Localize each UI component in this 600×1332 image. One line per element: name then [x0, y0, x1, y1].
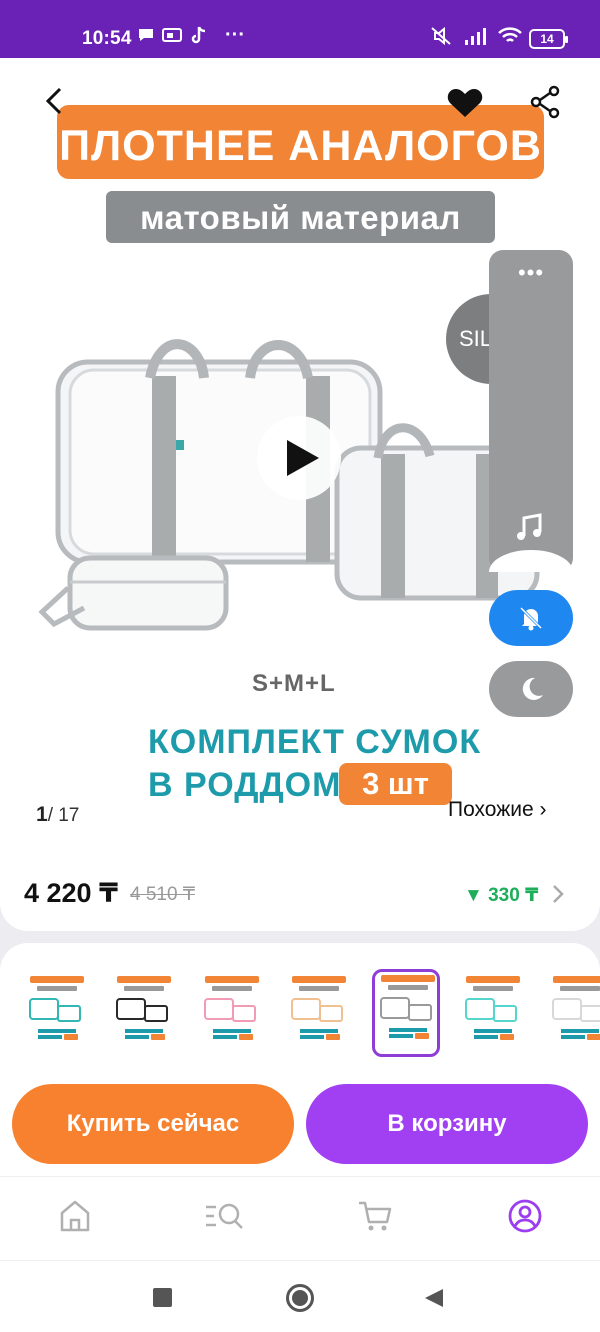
status-bar: 10:54 ··· 14	[0, 0, 600, 58]
banner-subtitle-box: матовый материал	[106, 191, 495, 243]
promo-line-2: В РОДДОМ	[148, 766, 342, 804]
share-icon[interactable]	[527, 84, 563, 120]
thumbnail[interactable]	[286, 973, 351, 1053]
more-dots-icon[interactable]: •••	[489, 260, 573, 286]
banner-subtitle: матовый материал	[140, 199, 461, 236]
image-counter: 1/ 17	[36, 803, 79, 827]
mute-notifications-button[interactable]	[489, 590, 573, 646]
thumbnail-strip	[0, 943, 600, 1068]
tiktok-icon	[191, 26, 207, 51]
banner-title: ПЛОТНЕЕ АНАЛОГОВ	[59, 122, 542, 170]
promo-line-1: КОМПЛЕКТ СУМОК	[148, 723, 482, 761]
add-to-cart-button[interactable]: В корзину	[306, 1084, 588, 1164]
chat-icon	[137, 26, 155, 49]
play-icon	[287, 440, 319, 476]
similar-products-link[interactable]: Похожие ›	[448, 798, 547, 822]
wifi-icon	[497, 26, 523, 51]
thumbnail[interactable]	[460, 973, 525, 1053]
profile-icon[interactable]	[506, 1197, 546, 1237]
price: 4 220 ₸	[24, 878, 118, 908]
sizes-label: S+M+L	[252, 670, 336, 697]
app-screen: 10:54 ··· 14 ПЛОТНЕЕ АНАЛОГОВ матовый ма…	[0, 0, 600, 1332]
status-time: 10:54	[82, 28, 132, 49]
image-counter-total: / 17	[47, 805, 80, 826]
back-button[interactable]	[38, 84, 72, 118]
thumbnail[interactable]	[199, 973, 264, 1053]
bell-off-icon	[519, 606, 543, 631]
home-system-button[interactable]	[286, 1284, 314, 1312]
discount-amount[interactable]: ▼ 330 ₸	[464, 884, 538, 907]
cast-icon	[162, 26, 182, 49]
old-price: 4 510 ₸	[130, 884, 195, 905]
thumbnail[interactable]	[24, 973, 89, 1053]
thumbnail[interactable]	[111, 973, 176, 1053]
moon-icon	[522, 677, 543, 700]
bottom-navigation	[0, 1176, 600, 1260]
thumbnail-selected[interactable]	[372, 969, 440, 1057]
action-bar: Купить сейчас В корзину	[0, 1068, 600, 1176]
more-dots-icon: ···	[225, 24, 245, 46]
buy-now-button[interactable]: Купить сейчас	[12, 1084, 294, 1164]
back-system-button[interactable]	[423, 1287, 445, 1314]
recent-apps-button[interactable]	[153, 1288, 172, 1307]
signal-icon	[463, 26, 489, 51]
image-counter-current: 1	[36, 803, 48, 826]
home-icon[interactable]	[56, 1197, 96, 1237]
chevron-right-icon[interactable]	[551, 883, 565, 911]
catalog-search-icon[interactable]	[204, 1197, 244, 1237]
panel-curve	[489, 550, 573, 572]
cart-icon[interactable]	[356, 1197, 396, 1237]
music-note-icon[interactable]	[514, 512, 544, 550]
promo-badge: 3 шт	[339, 763, 452, 805]
thumbnail[interactable]	[547, 973, 600, 1053]
night-mode-button[interactable]	[489, 661, 573, 717]
system-navigation-bar	[0, 1260, 600, 1332]
mute-icon	[430, 26, 454, 51]
favorite-heart-icon[interactable]	[446, 86, 484, 120]
video-play-button[interactable]	[257, 416, 341, 500]
battery-icon: 14	[529, 29, 568, 49]
floating-media-panel[interactable]: •••	[489, 250, 573, 572]
